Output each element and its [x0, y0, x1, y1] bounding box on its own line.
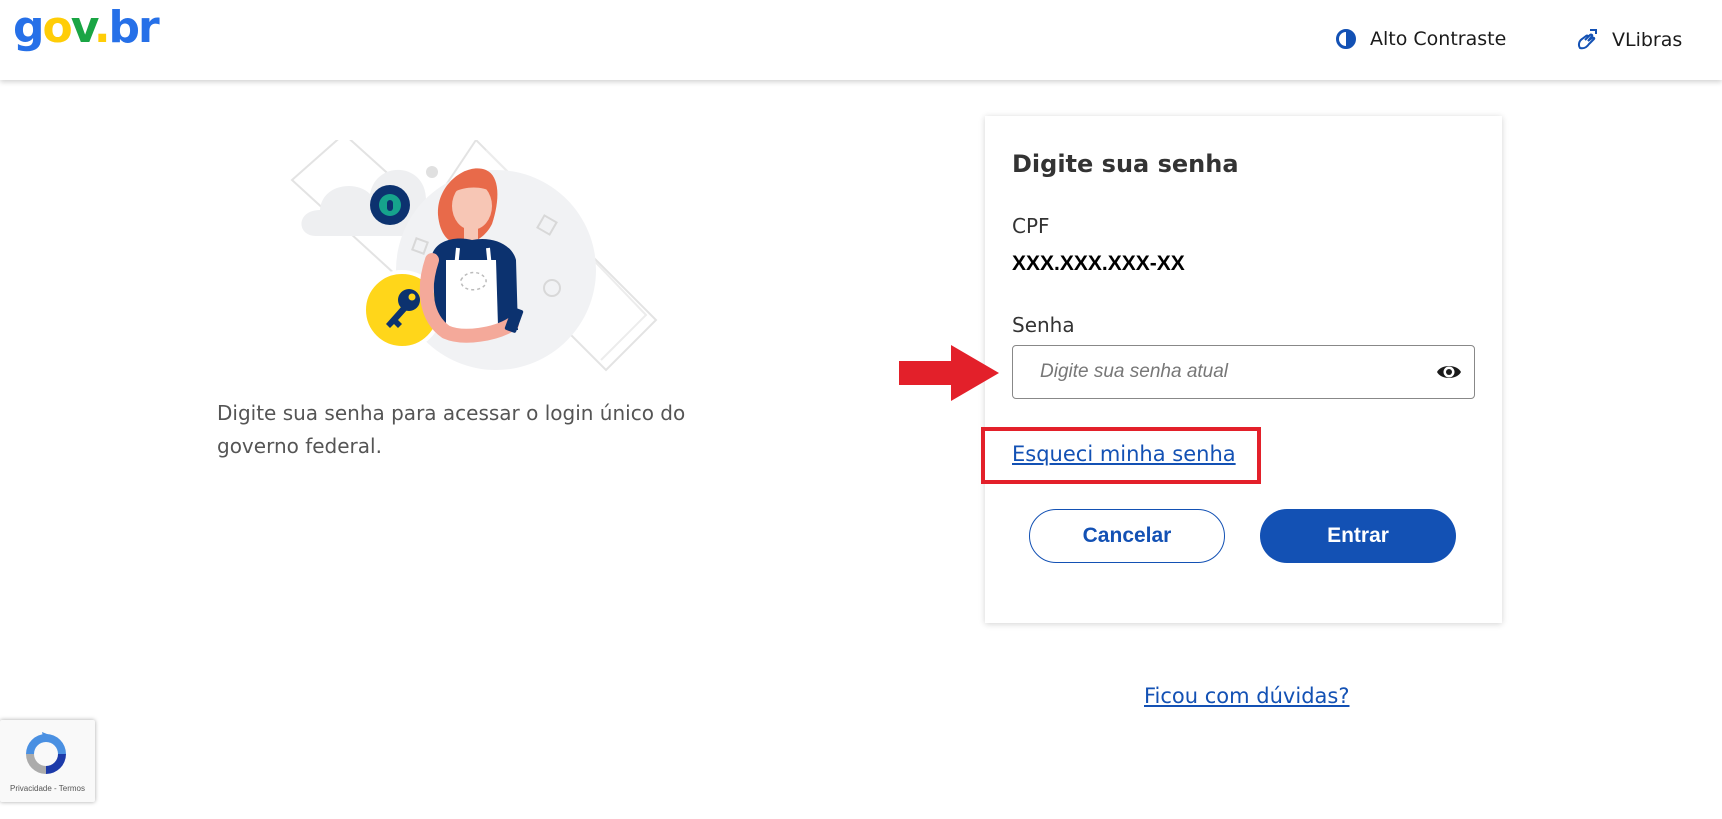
logo-letter-g: g [13, 2, 44, 53]
help-link[interactable]: Ficou com dúvidas? [1144, 684, 1349, 708]
forgot-password-link[interactable]: Esqueci minha senha [1012, 442, 1236, 466]
high-contrast-label: Alto Contraste [1370, 28, 1507, 50]
contrast-icon [1336, 29, 1356, 49]
recaptcha-terms-text[interactable]: Privacidade - Termos [0, 784, 95, 793]
password-field[interactable] [1012, 345, 1475, 399]
high-contrast-button[interactable]: Alto Contraste [1336, 28, 1506, 50]
logo-letters-br: br [108, 2, 160, 53]
header: gov.br Alto Contraste VLibras [0, 0, 1722, 80]
cpf-label: CPF [1012, 214, 1050, 238]
govbr-logo[interactable]: gov.br [13, 6, 160, 50]
vlibras-label: VLibras [1612, 29, 1683, 51]
logo-letter-o: o [42, 2, 73, 53]
eye-icon[interactable] [1436, 361, 1462, 383]
lock-icon [370, 185, 410, 225]
password-label: Senha [1012, 313, 1075, 337]
cpf-value: XXX.XXX.XXX-XX [1012, 252, 1185, 275]
card-title: Digite sua senha [1012, 150, 1239, 178]
recaptcha-badge[interactable]: Privacidade - Termos [0, 720, 95, 802]
vlibras-button[interactable]: VLibras [1576, 28, 1682, 52]
login-illustration [290, 140, 658, 372]
submit-button[interactable]: Entrar [1260, 509, 1456, 563]
annotation-arrow [899, 345, 999, 401]
logo-letter-v: v [70, 2, 96, 53]
recaptcha-icon [26, 732, 66, 774]
intro-text: Digite sua senha para acessar o login ún… [217, 401, 686, 458]
password-input[interactable] [1013, 346, 1423, 398]
hand-sign-icon [1577, 29, 1597, 50]
cancel-button[interactable]: Cancelar [1029, 509, 1225, 563]
login-card: Digite sua senha CPF XXX.XXX.XXX-XX Senh… [985, 116, 1502, 623]
logo-dot: . [93, 2, 111, 53]
